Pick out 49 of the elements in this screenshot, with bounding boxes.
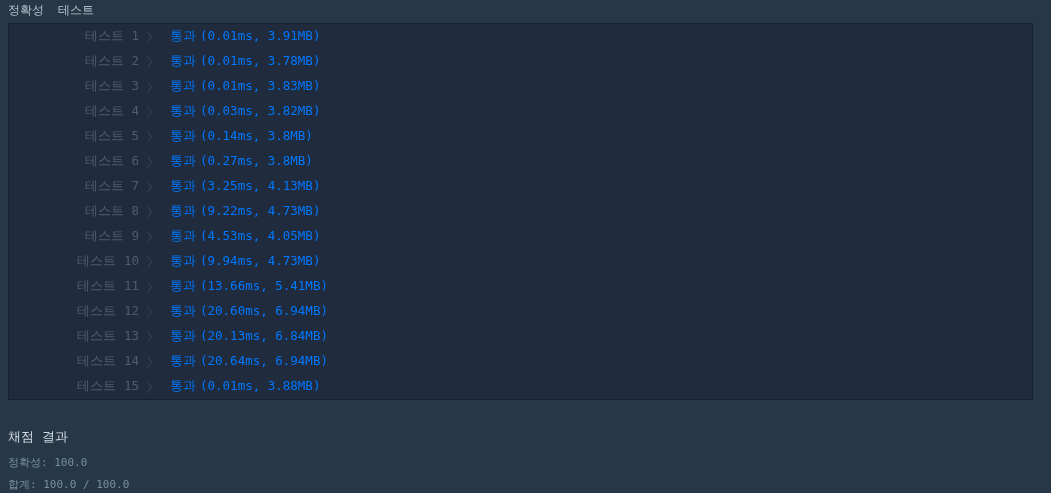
test-result: 통과 <box>170 227 196 246</box>
total-score: 합계: 100.0 / 100.0 <box>8 477 131 493</box>
chevron-icon <box>147 80 152 93</box>
test-result: 통과 <box>170 327 196 346</box>
test-detail: (4.53ms, 4.05MB) <box>200 227 321 246</box>
chevron-icon <box>147 280 152 293</box>
test-detail: (20.64ms, 6.94MB) <box>200 352 328 371</box>
test-result: 통과 <box>170 77 196 96</box>
test-detail: (0.03ms, 3.82MB) <box>200 102 321 121</box>
chevron-icon <box>147 130 152 143</box>
test-detail: (0.01ms, 3.88MB) <box>200 377 321 396</box>
test-result: 통과 <box>170 252 196 271</box>
chevron-icon <box>147 305 152 318</box>
test-result: 통과 <box>170 27 196 46</box>
test-result: 통과 <box>170 127 196 146</box>
test-result: 통과 <box>170 277 196 296</box>
chevron-icon <box>147 105 152 118</box>
test-detail: (20.13ms, 6.84MB) <box>200 327 328 346</box>
test-result: 통과 <box>170 377 196 396</box>
test-result: 통과 <box>170 302 196 321</box>
test-detail: (0.01ms, 3.91MB) <box>200 27 321 46</box>
chevron-icon <box>147 355 152 368</box>
test-result: 통과 <box>170 177 196 196</box>
chevron-icon <box>147 180 152 193</box>
test-result: 통과 <box>170 102 196 121</box>
test-result: 통과 <box>170 152 196 171</box>
test-result: 통과 <box>170 352 196 371</box>
chevron-icon <box>147 155 152 168</box>
chevron-icon <box>147 230 152 243</box>
test-result: 통과 <box>170 202 196 221</box>
test-detail: (0.01ms, 3.83MB) <box>200 77 321 96</box>
chevron-icon <box>147 255 152 268</box>
chevron-icon <box>147 55 152 68</box>
accuracy-score: 정확성: 100.0 <box>8 455 89 471</box>
chevron-icon <box>147 30 152 43</box>
test-detail: (0.01ms, 3.78MB) <box>200 52 321 71</box>
test-result: 통과 <box>170 52 196 71</box>
chevron-icon <box>147 380 152 393</box>
test-detail: (9.22ms, 4.73MB) <box>200 202 321 221</box>
chevron-icon <box>147 205 152 218</box>
test-detail: (9.94ms, 4.73MB) <box>200 252 321 271</box>
section-title: 정확성 테스트 <box>8 1 95 19</box>
test-detail: (0.27ms, 3.8MB) <box>200 152 313 171</box>
test-detail: (13.66ms, 5.41MB) <box>200 277 328 296</box>
chevron-icon <box>147 330 152 343</box>
test-detail: (20.60ms, 6.94MB) <box>200 302 328 321</box>
test-detail: (0.14ms, 3.8MB) <box>200 127 313 146</box>
test-detail: (3.25ms, 4.13MB) <box>200 177 321 196</box>
summary-title: 채점 결과 <box>8 428 69 446</box>
